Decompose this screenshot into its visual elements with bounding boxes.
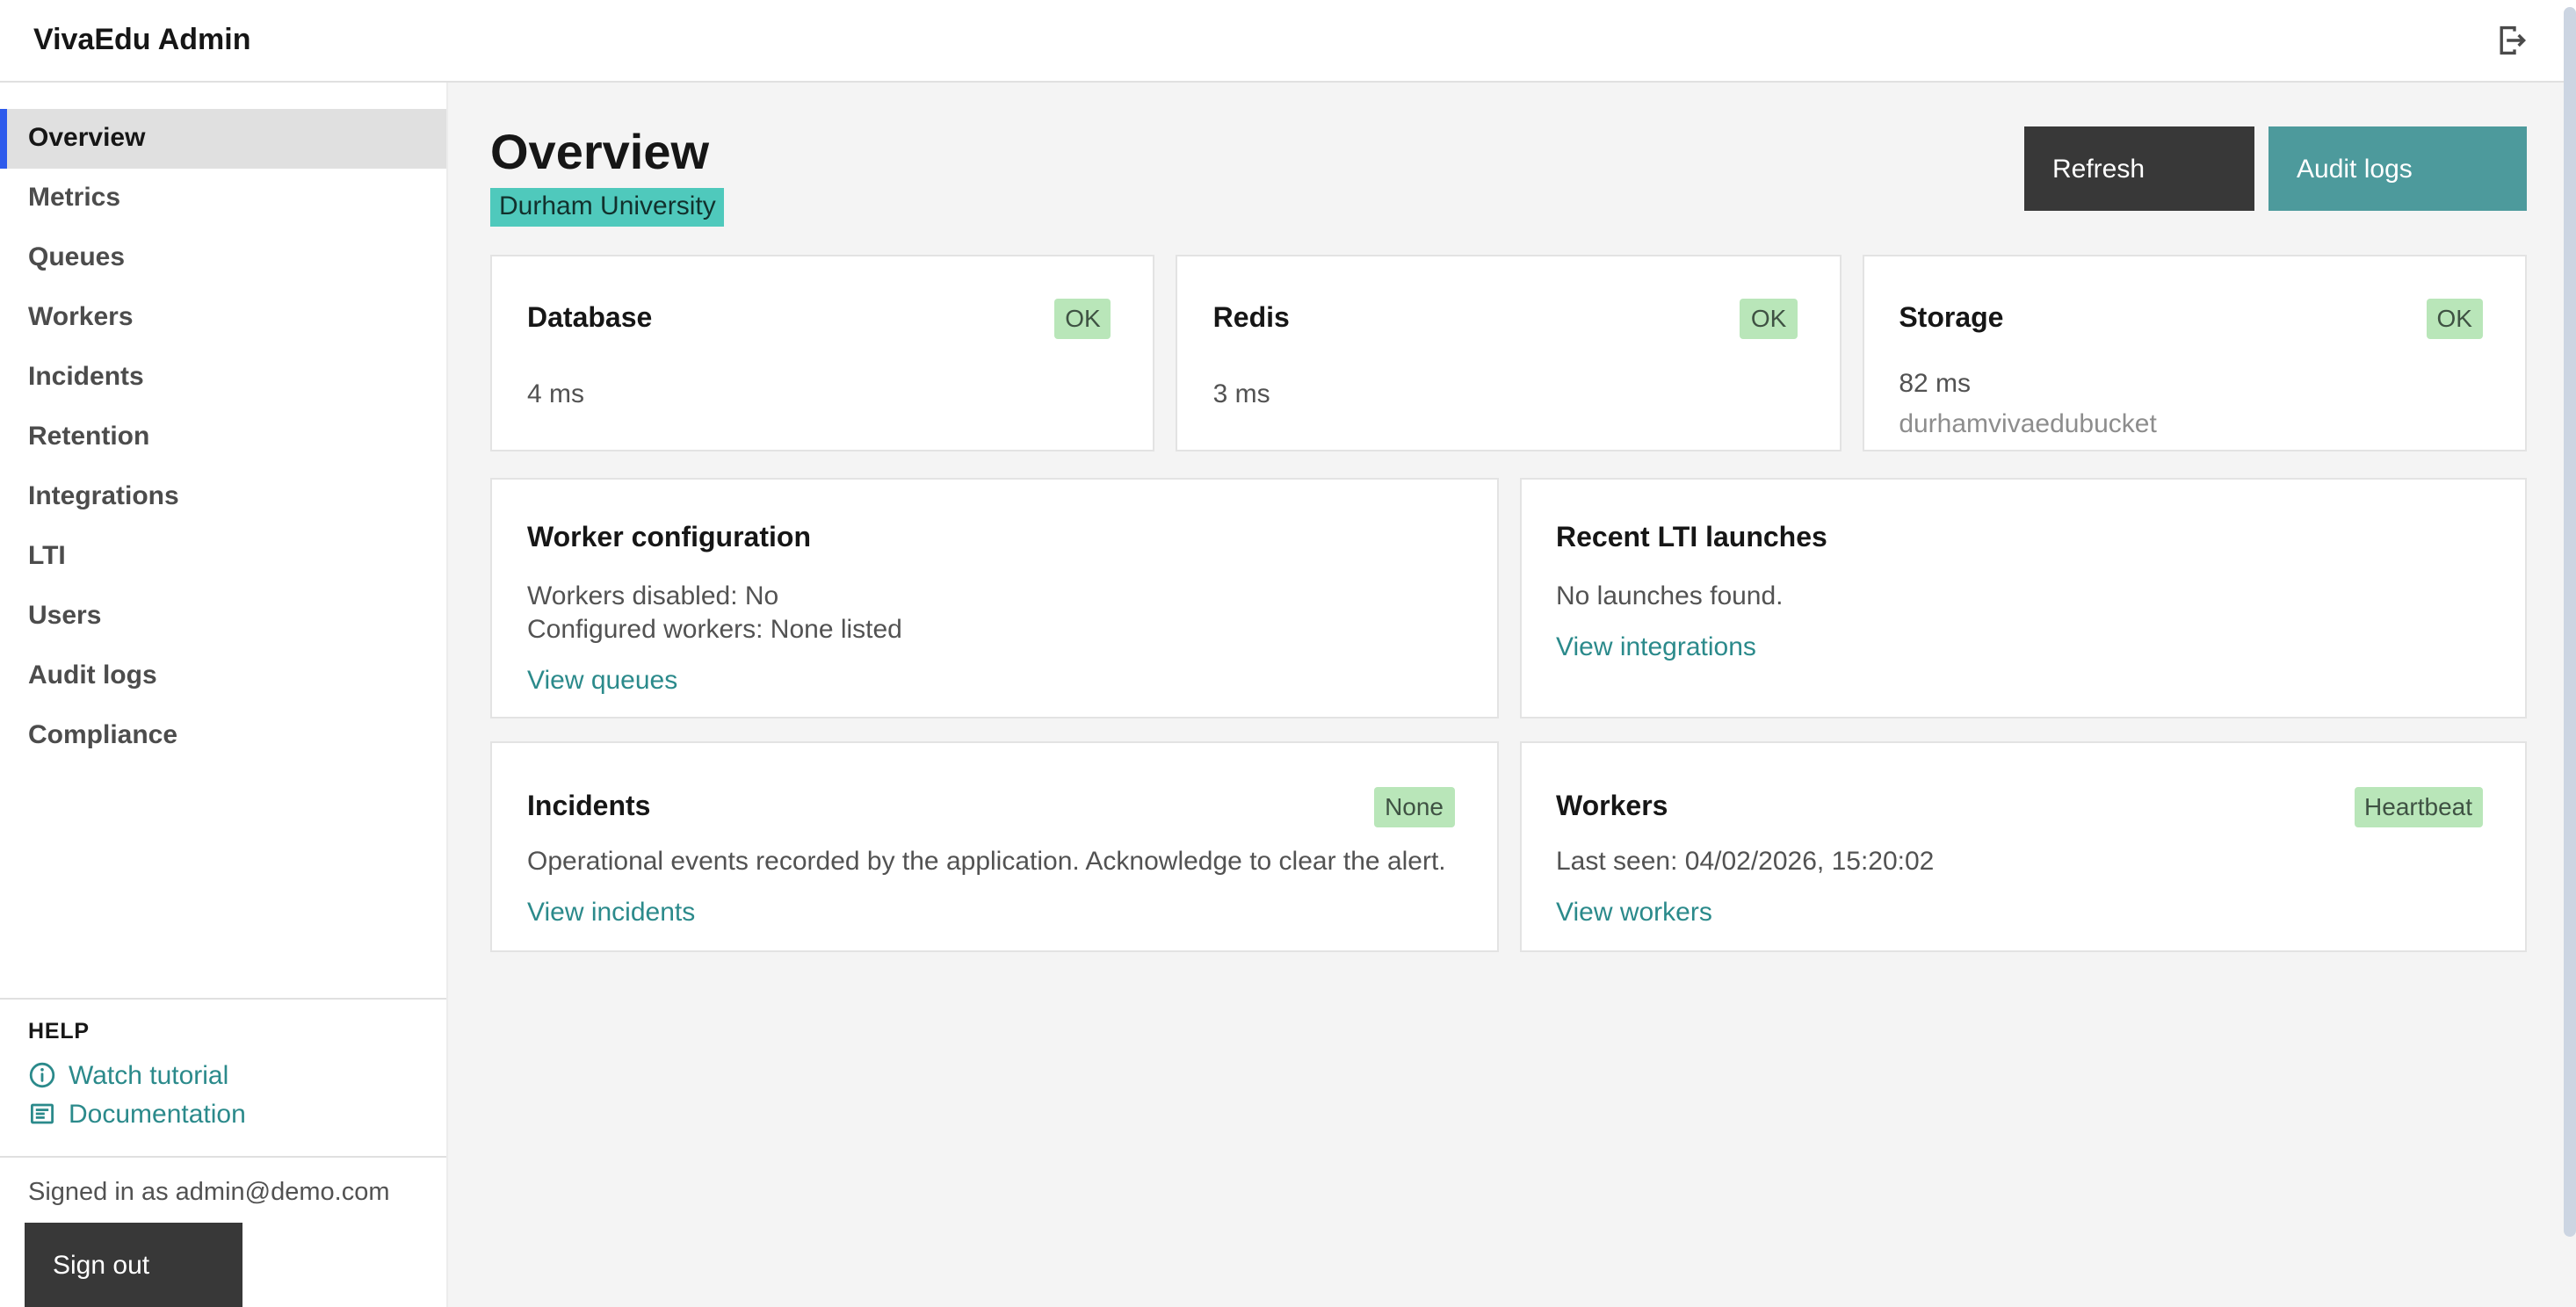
signed-in-text: Signed in as admin@demo.com [25,1179,418,1207]
view-integrations-link[interactable]: View integrations [1556,632,1756,662]
recent-lti-launches-card: Recent LTI launches No launches found. V… [1519,478,2527,718]
document-icon [28,1100,56,1128]
app-header: VivaEdu Admin [0,0,2576,83]
view-workers-link[interactable]: View workers [1556,898,1712,928]
sidebar-item-compliance[interactable]: Compliance [0,706,446,766]
refresh-button[interactable]: Refresh [2024,126,2254,211]
card-title: Worker configuration [527,524,811,555]
sidebar: Overview Metrics Queues Workers Incident… [0,83,448,1307]
info-cards-row-2: Incidents None Operational events record… [490,741,2527,952]
documentation-link[interactable]: Documentation [28,1094,418,1133]
status-badge: OK [2427,299,2483,339]
card-title: Redis [1213,303,1290,335]
latency-value: 3 ms [1213,374,1798,415]
bucket-name: durhamvivaedubucket [1899,404,2483,444]
card-title: Database [527,303,652,335]
documentation-label: Documentation [69,1099,246,1129]
workers-card: Workers Heartbeat Last seen: 04/02/2026,… [1519,741,2527,952]
sidebar-item-retention[interactable]: Retention [0,408,446,467]
org-badge: Durham University [490,188,725,227]
sign-out-button[interactable]: Sign out [25,1223,242,1307]
redis-card: Redis OK 3 ms [1176,255,1842,451]
status-badge: OK [1740,299,1797,339]
main-content: Overview Durham University Refresh Audit… [448,83,2576,1307]
watch-tutorial-link[interactable]: Watch tutorial [28,1056,418,1094]
card-title: Storage [1899,303,2003,335]
sidebar-item-users[interactable]: Users [0,587,446,646]
worker-configuration-card: Worker configuration Workers disabled: N… [490,478,1498,718]
scrollbar-thumb[interactable] [2564,7,2576,1237]
sidebar-item-integrations[interactable]: Integrations [0,467,446,527]
audit-logs-button[interactable]: Audit logs [2268,126,2527,211]
logout-button[interactable] [2488,19,2530,61]
page-actions: Refresh Audit logs [2024,126,2527,211]
status-badge: OK [1054,299,1111,339]
storage-card: Storage OK 82 ms durhamvivaedubucket [1862,255,2527,451]
sidebar-item-lti[interactable]: LTI [0,527,446,587]
account-section: Signed in as admin@demo.com Sign out [0,1158,446,1307]
page-title: Overview [490,125,725,181]
info-cards-row-1: Worker configuration Workers disabled: N… [490,478,2527,718]
no-launches-line: No launches found. [1556,580,2483,613]
vivaedu-admin-app: VivaEdu Admin Overview Metrics Queues Wo… [0,0,2576,1307]
sidebar-spacer [0,766,446,998]
configured-workers-line: Configured workers: None listed [527,613,1454,646]
card-title: Recent LTI launches [1556,524,1827,555]
sidebar-nav: Overview Metrics Queues Workers Incident… [0,83,446,766]
sidebar-item-incidents[interactable]: Incidents [0,348,446,408]
latency-value: 82 ms [1899,364,2483,404]
info-icon [28,1061,56,1089]
sidebar-item-metrics[interactable]: Metrics [0,169,446,228]
page-header-row: Overview Durham University Refresh Audit… [490,125,2527,227]
database-card: Database OK 4 ms [490,255,1155,451]
status-cards-row: Database OK 4 ms Redis OK 3 ms Storage O [490,255,2527,451]
sidebar-item-overview[interactable]: Overview [0,109,446,169]
latency-value: 4 ms [527,374,1111,415]
watch-tutorial-label: Watch tutorial [69,1060,228,1090]
incidents-badge: None [1374,787,1454,827]
page-title-block: Overview Durham University [490,125,725,227]
view-queues-link[interactable]: View queues [527,666,677,696]
heartbeat-badge: Heartbeat [2354,787,2483,827]
incidents-card: Incidents None Operational events record… [490,741,1498,952]
help-heading: HELP [28,1019,418,1043]
sidebar-item-audit-logs[interactable]: Audit logs [0,646,446,706]
card-title: Incidents [527,791,650,823]
help-section: HELP Watch tutorial [0,998,446,1158]
view-incidents-link[interactable]: View incidents [527,898,695,928]
incidents-description: Operational events recorded by the appli… [527,845,1454,878]
logout-icon [2488,19,2530,61]
app-title: VivaEdu Admin [33,23,251,58]
sidebar-item-workers[interactable]: Workers [0,288,446,348]
workers-disabled-line: Workers disabled: No [527,580,1454,613]
card-title: Workers [1556,791,1668,823]
last-seen-line: Last seen: 04/02/2026, 15:20:02 [1556,845,2483,878]
sidebar-item-queues[interactable]: Queues [0,228,446,288]
